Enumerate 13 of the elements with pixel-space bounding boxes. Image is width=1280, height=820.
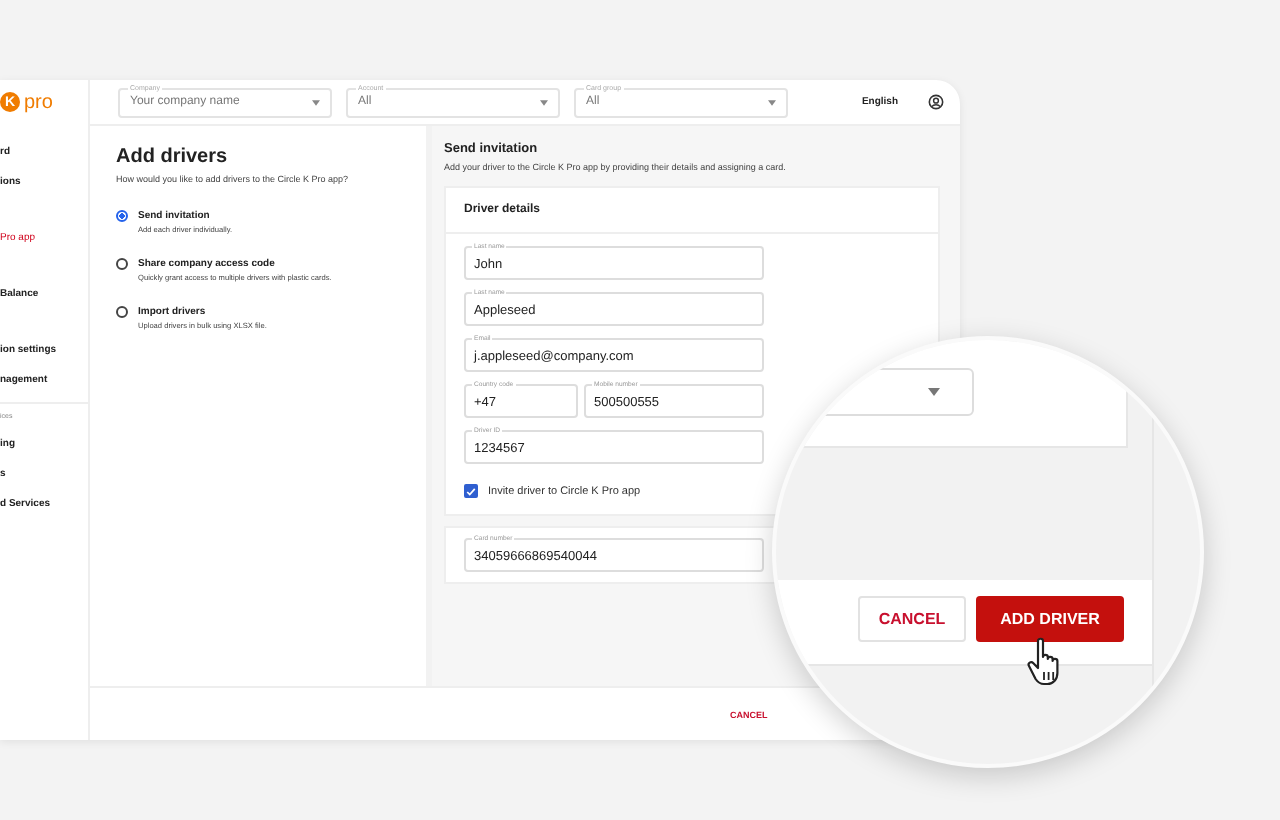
caret-icon: [540, 99, 548, 105]
panel-title: Add drivers: [116, 146, 230, 168]
checkbox[interactable]: [464, 484, 478, 498]
caret-icon: [312, 99, 320, 105]
add-driver-button[interactable]: ADD DRIVER: [976, 596, 1124, 642]
user-icon[interactable]: [928, 94, 944, 110]
radio-button[interactable]: [116, 258, 128, 270]
caret-icon: [928, 388, 940, 396]
caret-icon: [768, 99, 776, 105]
cancel-button[interactable]: CANCEL: [858, 596, 966, 642]
logo-text: pro: [24, 91, 53, 113]
radio-button[interactable]: [116, 306, 128, 318]
radio-button[interactable]: [116, 210, 128, 222]
